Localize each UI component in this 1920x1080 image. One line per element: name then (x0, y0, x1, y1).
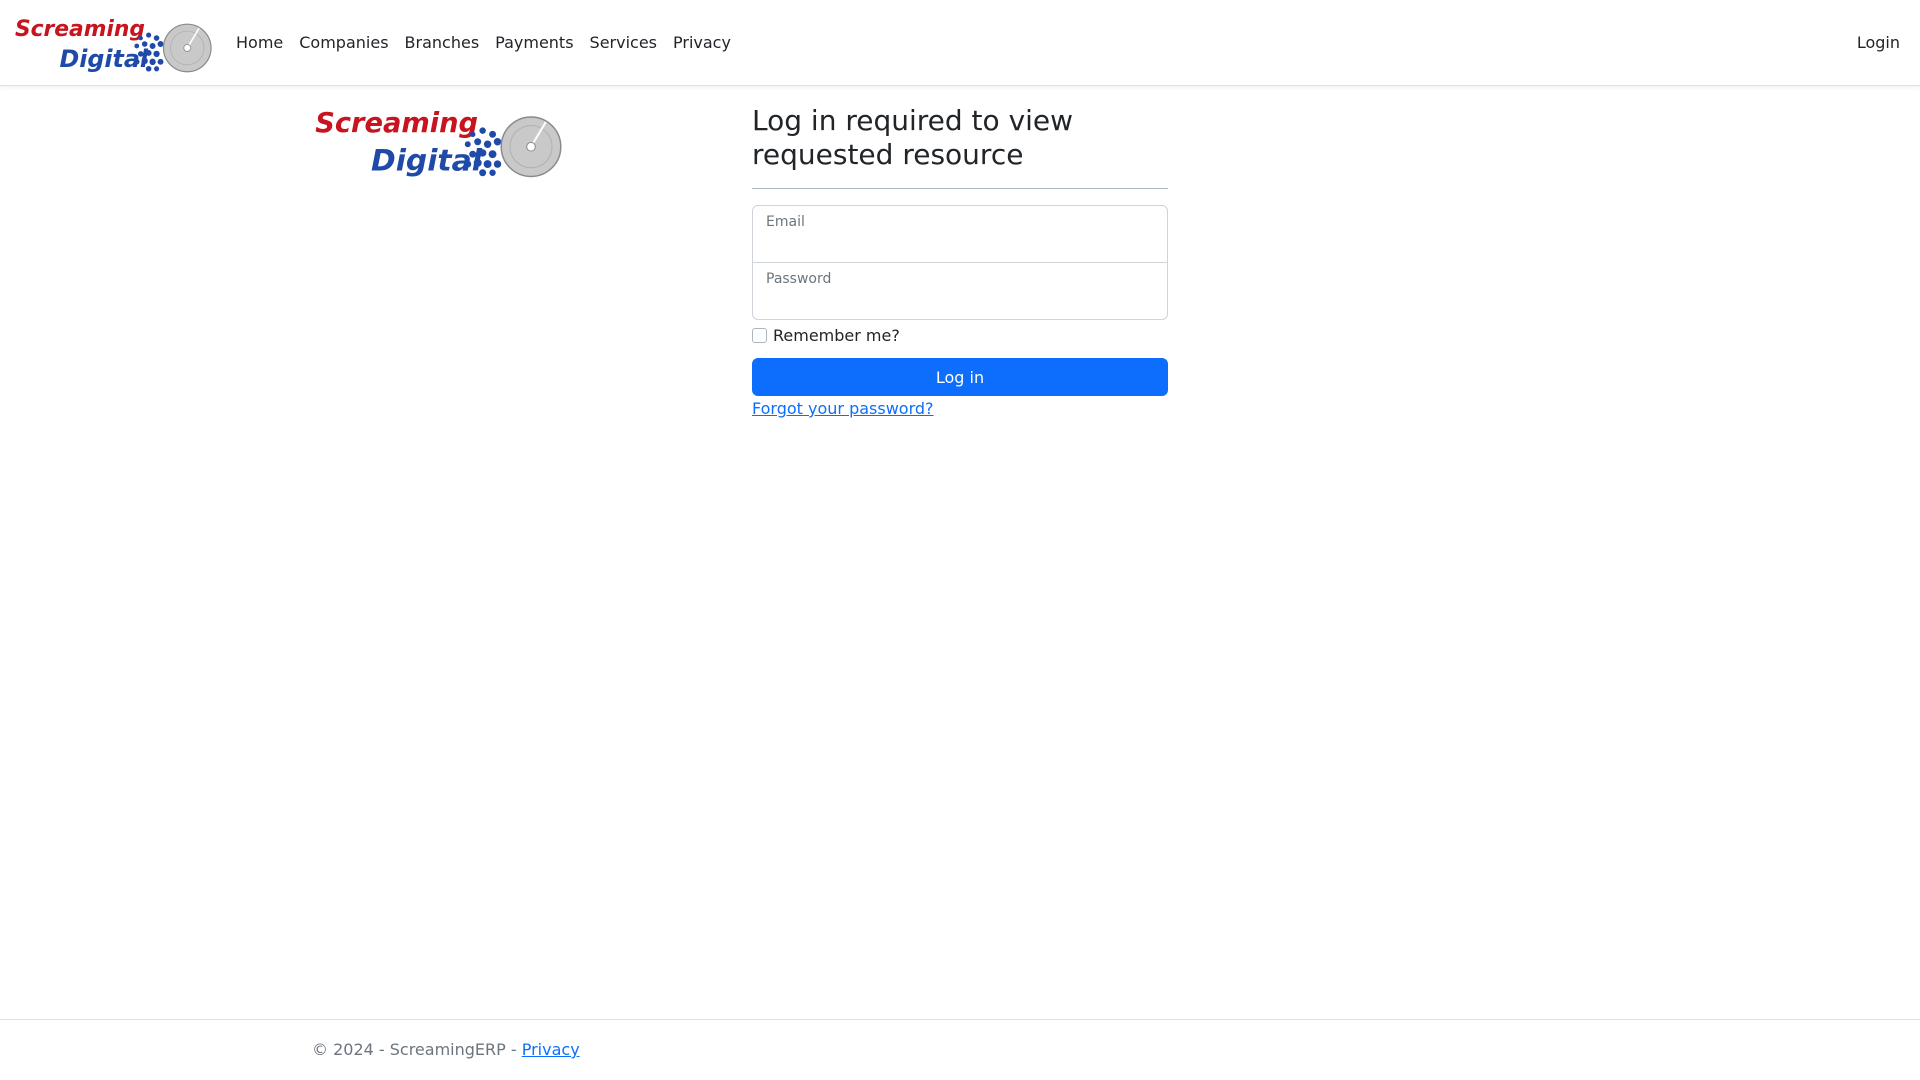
footer: © 2024 - ScreamingERP - Privacy (0, 1019, 1920, 1080)
page-logo: Screaming Digital (314, 106, 562, 180)
nav-companies[interactable]: Companies (291, 0, 396, 86)
remember-me-checkbox[interactable] (752, 327, 767, 343)
screaming-digital-logo: Screaming Digital (15, 17, 212, 73)
nav-payments[interactable]: Payments (487, 0, 581, 86)
login-submit-button[interactable]: Log in (752, 358, 1168, 396)
brand-logo-link[interactable]: Screaming Digital (14, 16, 212, 74)
logo-text-screaming: Screaming (15, 17, 145, 42)
footer-privacy-link[interactable]: Privacy (522, 1040, 580, 1059)
login-panel: Log in required to view requested resour… (752, 104, 1168, 418)
password-field-wrapper: Password (752, 262, 1168, 320)
nav-privacy[interactable]: Privacy (665, 0, 739, 86)
screaming-digital-logo-large: Screaming Digital (315, 108, 562, 178)
nav-login[interactable]: Login (1857, 0, 1900, 86)
email-field-wrapper: Email (752, 205, 1168, 263)
nav-branches[interactable]: Branches (397, 0, 488, 86)
password-input[interactable] (753, 263, 1167, 319)
nav-home[interactable]: Home (228, 0, 291, 86)
heading-divider (752, 188, 1168, 189)
disc-icon (162, 23, 212, 73)
disc-icon (500, 116, 562, 178)
email-input[interactable] (753, 206, 1167, 262)
footer-text: © 2024 - ScreamingERP - Privacy (312, 1040, 580, 1059)
forgot-password-link[interactable]: Forgot your password? (752, 399, 934, 418)
remember-me-row: Remember me? (752, 324, 1168, 346)
logo-text-digital: Digital (371, 143, 483, 178)
nav-services[interactable]: Services (582, 0, 665, 86)
main-nav: Home Companies Branches Payments Service… (228, 0, 739, 86)
navbar: Screaming Digital Home Companies Branche… (0, 0, 1920, 86)
login-heading: Log in required to view requested resour… (752, 104, 1074, 171)
remember-me-label[interactable]: Remember me? (773, 326, 900, 345)
logo-text-digital: Digital (60, 45, 149, 73)
footer-copyright: © 2024 - ScreamingERP - (312, 1040, 522, 1059)
logo-text-screaming: Screaming (315, 108, 478, 139)
